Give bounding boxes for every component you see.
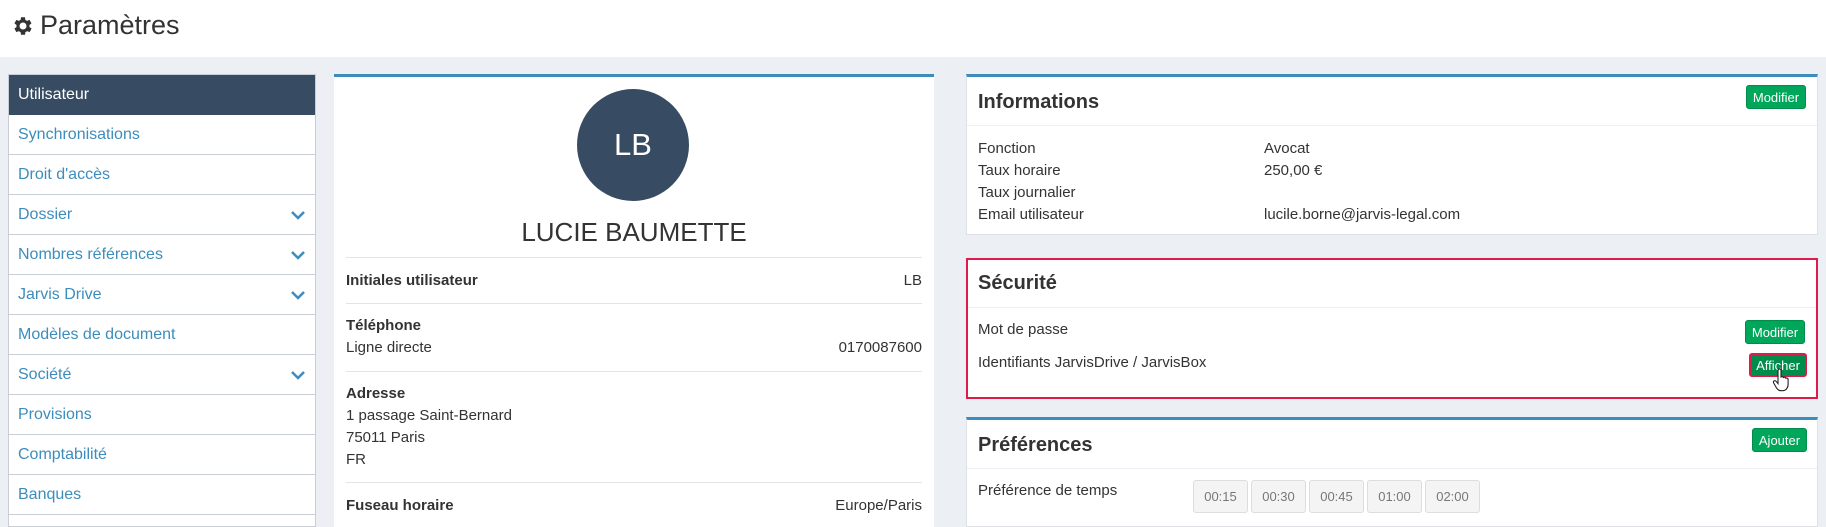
sidebar-item-societe[interactable]: Société — [9, 355, 315, 395]
security-title: Sécurité — [978, 272, 1057, 294]
timezone-value: Europe/Paris — [835, 497, 922, 514]
divider — [967, 125, 1817, 126]
address-line3: FR — [346, 451, 366, 468]
sidebar-item-dossier[interactable]: Dossier — [9, 195, 315, 235]
gear-icon — [14, 16, 32, 35]
time-preference-label: Préférence de temps — [978, 482, 1118, 499]
change-password-button[interactable]: Modifier — [1745, 320, 1805, 344]
credentials-label: Identifiants JarvisDrive / JarvisBox — [978, 354, 1207, 371]
timezone-row: Fuseau horaire Europe/Paris — [346, 482, 922, 527]
preferences-title: Préférences — [978, 434, 1093, 456]
sidebar-item-comptabilite[interactable]: Comptabilité — [9, 435, 315, 475]
sidebar-item-utilisateur[interactable]: Utilisateur — [9, 75, 315, 115]
initials-label: Initiales utilisateur — [346, 272, 478, 289]
initials-row: Initiales utilisateur LB — [346, 257, 922, 303]
security-card: Sécurité Mot de passe Modifier Identifia… — [966, 258, 1818, 399]
time-option-0030[interactable]: 00:30 — [1251, 480, 1306, 513]
sidebar-item-label: Dossier — [18, 205, 73, 223]
time-option-0015[interactable]: 00:15 — [1193, 480, 1248, 513]
sidebar-item-label: Société — [18, 365, 72, 383]
time-option-0045[interactable]: 00:45 — [1309, 480, 1364, 513]
taux-horaire-label: Taux horaire — [978, 162, 1061, 179]
sidebar-item-label: Provisions — [18, 405, 92, 423]
hand-cursor-icon — [1772, 368, 1789, 392]
time-option-0200[interactable]: 02:00 — [1425, 480, 1480, 513]
user-name: LUCIE BAUMETTE — [521, 217, 747, 247]
page-title-text: Paramètres — [40, 10, 180, 40]
chevron-down-icon — [291, 210, 305, 220]
page-title: Paramètres — [10, 10, 180, 41]
chevron-down-icon — [291, 250, 305, 260]
taux-horaire-value: 250,00 € — [1264, 162, 1323, 179]
address-label: Adresse — [346, 385, 406, 402]
page-header: Paramètres — [0, 0, 1826, 57]
settings-sidebar: Utilisateur Synchronisations Droit d'acc… — [8, 74, 316, 527]
sidebar-item-label: Utilisateur — [18, 85, 90, 103]
sidebar-item-label: Jarvis Drive — [18, 285, 102, 303]
chevron-down-icon — [291, 370, 305, 380]
sidebar-item-label: Droit d'accès — [18, 165, 110, 183]
sidebar-item-label: Banques — [18, 485, 82, 503]
sidebar-item-label: Modèles de document — [18, 325, 176, 343]
direct-line-value: 0170087600 — [838, 339, 922, 356]
sidebar-item-provisions[interactable]: Provisions — [9, 395, 315, 435]
sidebar-item-jarvis-drive[interactable]: Jarvis Drive — [9, 275, 315, 315]
initials-value: LB — [903, 272, 922, 289]
edit-informations-button[interactable]: Modifier — [1746, 85, 1806, 109]
sidebar-item-synchronisations[interactable]: Synchronisations — [9, 115, 315, 155]
sidebar-item-droit-acces[interactable]: Droit d'accès — [9, 155, 315, 195]
sidebar-item-label: Nombres références — [18, 245, 163, 263]
divider — [968, 307, 1816, 308]
divider — [967, 468, 1817, 469]
address-line1: 1 passage Saint-Bernard — [346, 407, 512, 424]
time-option-0100[interactable]: 01:00 — [1367, 480, 1422, 513]
fonction-label: Fonction — [978, 140, 1036, 157]
sidebar-item-label: Synchronisations — [18, 125, 140, 143]
informations-title: Informations — [978, 91, 1100, 113]
timezone-label: Fuseau horaire — [346, 497, 454, 514]
address-line2: 75011 Paris — [346, 429, 425, 446]
add-preference-button[interactable]: Ajouter — [1752, 428, 1807, 452]
address-row: Adresse 1 passage Saint-Bernard 75011 Pa… — [346, 371, 922, 482]
sidebar-item-modeles-document[interactable]: Modèles de document — [9, 315, 315, 355]
phone-label: Téléphone — [346, 317, 422, 334]
sidebar-item-banques[interactable]: Banques — [9, 475, 315, 515]
chevron-down-icon — [291, 290, 305, 300]
direct-line-label: Ligne directe — [346, 339, 432, 356]
user-profile-card: LB LUCIE BAUMETTE Initiales utilisateur … — [334, 74, 934, 527]
email-value: lucile.borne@jarvis-legal.com — [1264, 206, 1461, 223]
taux-journalier-label: Taux journalier — [978, 184, 1076, 201]
phone-row: Téléphone Ligne directe 0170087600 — [346, 303, 922, 371]
password-label: Mot de passe — [978, 321, 1069, 338]
fonction-value: Avocat — [1264, 140, 1310, 157]
informations-card: Informations Modifier Fonction Avocat Ta… — [966, 74, 1818, 235]
sidebar-item-nombres-references[interactable]: Nombres références — [9, 235, 315, 275]
avatar: LB — [577, 89, 689, 201]
email-label: Email utilisateur — [978, 206, 1084, 223]
sidebar-item-label: Comptabilité — [18, 445, 107, 463]
